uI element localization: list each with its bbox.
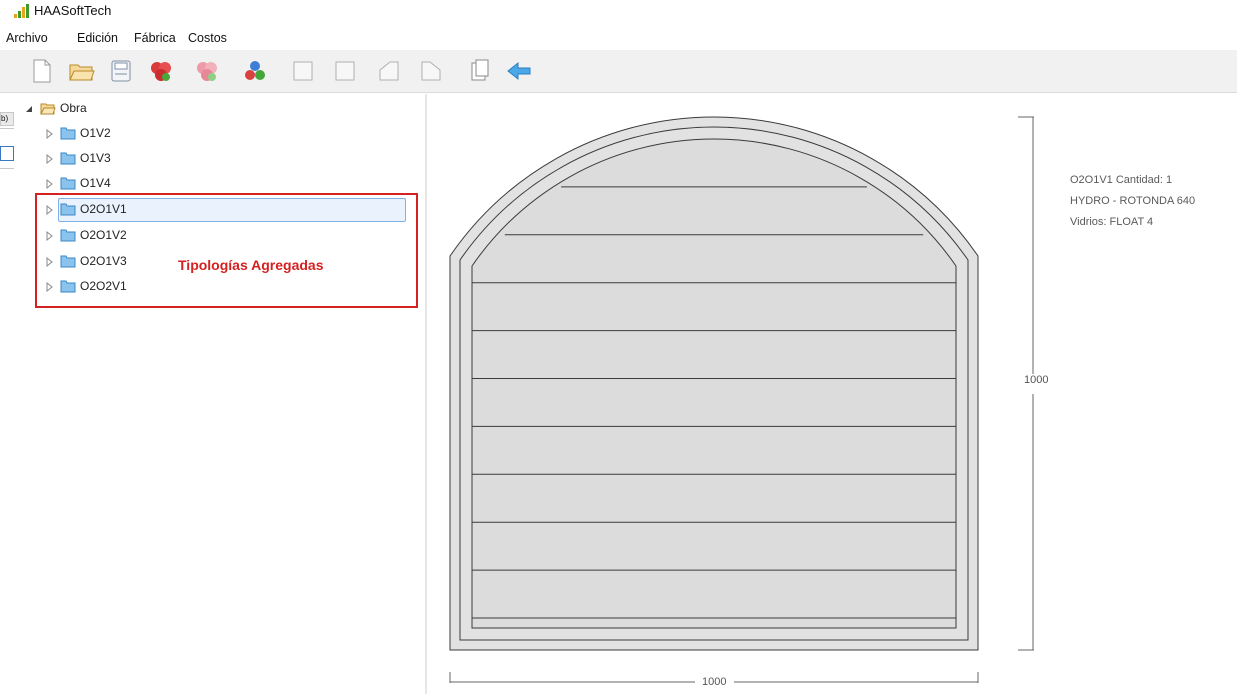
tree-label: O1V2: [80, 126, 111, 140]
app-title: HAASoftTech: [34, 3, 112, 18]
expand-triangle-icon[interactable]: [44, 178, 54, 190]
menu-edicion[interactable]: Edición: [77, 31, 118, 45]
open-folder-icon[interactable]: [66, 56, 96, 86]
typology-glass: Vidrios: FLOAT 4: [1070, 216, 1154, 228]
title-bar: HAASoftTech: [0, 0, 1237, 24]
frame-view-alt-icon[interactable]: [330, 56, 360, 86]
tree-node[interactable]: O1V4: [44, 172, 111, 194]
frame-view-icon[interactable]: [288, 56, 318, 86]
right-trapeze-icon[interactable]: [416, 56, 446, 86]
glass-area: [471, 138, 957, 629]
menu-archivo[interactable]: Archivo: [6, 31, 48, 45]
fragment-divider: [0, 128, 14, 129]
add-red-typology-icon[interactable]: [146, 56, 176, 86]
width-dimension-label: 1000: [700, 676, 729, 688]
collapse-triangle-icon[interactable]: [24, 103, 34, 113]
pane-splitter[interactable]: [425, 94, 427, 694]
back-arrow-icon[interactable]: [504, 56, 534, 86]
save-icon[interactable]: [106, 56, 136, 86]
tree-label: Obra: [60, 101, 87, 115]
menu-costos[interactable]: Costos: [188, 31, 227, 45]
tree-node[interactable]: O1V3: [44, 147, 111, 169]
annotation-label: Tipologías Agregadas: [178, 257, 324, 273]
menu-fabrica[interactable]: Fábrica: [134, 31, 176, 45]
add-pink-typology-icon[interactable]: [192, 56, 222, 86]
height-dimension-label: 1000: [1022, 374, 1051, 386]
fragment-field: [0, 146, 14, 161]
expand-triangle-icon[interactable]: [44, 153, 54, 165]
app-logo-icon: [14, 4, 30, 18]
tree-node[interactable]: O1V2: [44, 122, 111, 144]
typology-info: O2O1V1 Cantidad: 1 HYDRO - ROTONDA 640 V…: [1070, 170, 1195, 233]
background-window-fragment: b): [0, 98, 14, 178]
window-shape: [449, 116, 979, 651]
fragment-divider: [0, 168, 14, 169]
new-doc-icon[interactable]: [26, 56, 56, 86]
tree-root-obra[interactable]: Obra: [24, 97, 87, 119]
folder-icon: [60, 177, 76, 190]
folder-icon: [60, 127, 76, 140]
folder-icon: [60, 152, 76, 165]
typology-system: HYDRO - ROTONDA 640: [1070, 195, 1196, 207]
fragment-label: b): [0, 112, 14, 126]
typology-quantity: O2O1V1 Cantidad: 1: [1070, 174, 1173, 186]
expand-triangle-icon[interactable]: [44, 128, 54, 140]
left-trapeze-icon[interactable]: [374, 56, 404, 86]
tree-label: O1V3: [80, 151, 111, 165]
annotation-highlight-box: [35, 193, 418, 308]
open-folder-icon: [40, 102, 56, 115]
tree-label: O1V4: [80, 176, 111, 190]
copy-doc-icon[interactable]: [464, 56, 494, 86]
menu-bar: Archivo Edición Fábrica Costos: [0, 28, 600, 48]
multicolor-assembly-icon[interactable]: [240, 56, 270, 86]
toolbar: [0, 50, 1237, 93]
